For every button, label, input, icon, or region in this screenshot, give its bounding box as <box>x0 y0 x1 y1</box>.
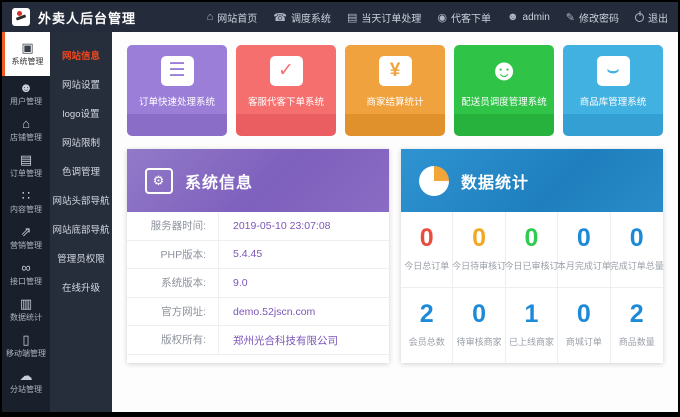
system-info-header: ⚙ 系统信息 <box>127 149 389 212</box>
stat-month-completed-orders: 0 本月完成订单 <box>558 212 610 288</box>
card-product-library[interactable]: ⌣ 商品库管理系统 <box>563 45 663 136</box>
power-icon <box>635 13 644 22</box>
sidebar-item-system[interactable]: ▣ 系统管理 <box>2 32 50 76</box>
app-logo <box>12 8 30 26</box>
users-icon: ☻ <box>19 81 33 94</box>
mobile-icon: ▯ <box>22 333 29 346</box>
nav-proxy-order[interactable]: ◉ 代客下单 <box>437 10 491 25</box>
receipt-check-icon: ✓ <box>270 56 303 86</box>
submenu-site-limits[interactable]: 网站限制 <box>50 127 112 156</box>
card-proxy-order-system[interactable]: ✓ 客服代客下单系统 <box>236 45 336 136</box>
cloud-icon: ☁ <box>20 369 33 382</box>
submenu-logo-settings[interactable]: logo设置 <box>50 98 112 127</box>
card-merchant-settlement[interactable]: ¥ 商家结算统计 <box>345 45 445 136</box>
sidebar-item-shops[interactable]: ⌂ 店铺管理 <box>2 112 50 148</box>
courier-icon: ☻ <box>488 56 520 86</box>
submenu-site-settings[interactable]: 网站设置 <box>50 69 112 98</box>
stat-total-completed-orders: 0 完成订单总量 <box>611 212 663 288</box>
shopping-bag-icon: ⌣ <box>597 56 630 86</box>
sidebar-item-statistics[interactable]: ▥ 数据统计 <box>2 292 50 328</box>
stats-grid: 0 今日总订单 0 今日待审核订 0 今日已审核订 0 本月完成订单 <box>401 212 663 363</box>
stat-today-pending-orders: 0 今日待审核订 <box>453 212 505 288</box>
nav-dispatch-system[interactable]: ☎ 调度系统 <box>273 10 331 25</box>
yuan-money-icon: ¥ <box>379 56 412 86</box>
submenu: 网站信息 网站设置 logo设置 网站限制 色调管理 网站头部导航 网站底部导航… <box>50 32 112 412</box>
system-info-table: 服务器时间: 2019-05-10 23:07:08 PHP版本: 5.4.45… <box>127 212 389 361</box>
app-title: 外卖人后台管理 <box>38 8 136 27</box>
shortcut-cards: ☰ 订单快速处理系统 ✓ 客服代客下单系统 ¥ 商家结算统计 <box>127 45 663 136</box>
data-stats-header: 数据统计 <box>401 149 663 212</box>
shop-icon: ⌂ <box>22 117 30 130</box>
sidebar-item-mobile[interactable]: ▯ 移动端管理 <box>2 328 50 364</box>
order-doc-icon: ▤ <box>20 153 32 166</box>
stat-total-members: 2 会员总数 <box>401 288 453 364</box>
nav-admin-account[interactable]: ☻ admin <box>507 11 550 23</box>
notepad-icon: ☰ <box>161 56 194 86</box>
submenu-color-management[interactable]: 色调管理 <box>50 156 112 185</box>
nav-change-password[interactable]: ✎ 修改密码 <box>566 10 619 25</box>
sidebar-item-marketing[interactable]: ⇗ 营销管理 <box>2 220 50 256</box>
card-courier-dispatch[interactable]: ☻ 配送员调度管理系统 <box>454 45 554 136</box>
topnav: ⌂ 网站首页 ☎ 调度系统 ▤ 当天订单处理 ◉ 代客下单 ☻ admin ✎ … <box>207 10 668 25</box>
system-gear-icon: ⚙ <box>145 168 173 194</box>
sidebar-item-content[interactable]: ∷ 内容管理 <box>2 184 50 220</box>
data-stats-panel: 数据统计 0 今日总订单 0 今日待审核订 0 今日已审核订 <box>401 149 663 363</box>
submenu-footer-nav[interactable]: 网站底部导航 <box>50 214 112 243</box>
submenu-site-info[interactable]: 网站信息 <box>50 40 112 69</box>
edit-password-icon: ✎ <box>566 11 575 24</box>
main-content: ☰ 订单快速处理系统 ✓ 客服代客下单系统 ¥ 商家结算统计 <box>112 32 678 412</box>
sidebar-rail: ▣ 系统管理 ☻ 用户管理 ⌂ 店铺管理 ▤ 订单管理 ∷ 内容管理 ⇗ 营销管… <box>2 32 50 412</box>
info-row-official-site: 官方网址: demo.52jscn.com <box>127 298 389 327</box>
proxy-order-icon: ◉ <box>437 11 447 24</box>
sidebar-item-substation[interactable]: ☁ 分站管理 <box>2 364 50 400</box>
info-row-system-version: 系统版本: 9.0 <box>127 269 389 298</box>
info-row-server-time: 服务器时间: 2019-05-10 23:07:08 <box>127 212 389 241</box>
api-link-icon: ∞ <box>21 261 30 274</box>
home-icon: ⌂ <box>207 11 214 23</box>
pie-chart-icon <box>419 166 449 196</box>
submenu-online-upgrade[interactable]: 在线升级 <box>50 272 112 301</box>
data-stats-title: 数据统计 <box>461 169 529 193</box>
monitor-icon: ▣ <box>21 41 33 54</box>
sidebar-item-orders[interactable]: ▤ 订单管理 <box>2 148 50 184</box>
stat-product-count: 2 商品数量 <box>611 288 663 364</box>
system-info-title: 系统信息 <box>185 169 253 193</box>
info-row-copyright: 版权所有: 郑州光合科技有限公司 <box>127 326 389 355</box>
today-orders-icon: ▤ <box>347 11 357 24</box>
nav-logout[interactable]: 退出 <box>635 10 668 25</box>
info-row-php-version: PHP版本: 5.4.45 <box>127 241 389 270</box>
content-grid-icon: ∷ <box>22 189 30 202</box>
stat-today-approved-orders: 0 今日已审核订 <box>506 212 558 288</box>
user-icon: ☻ <box>507 11 519 23</box>
marketing-chart-icon: ⇗ <box>21 225 32 238</box>
topbar: 外卖人后台管理 ⌂ 网站首页 ☎ 调度系统 ▤ 当天订单处理 ◉ 代客下单 ☻ … <box>2 2 678 32</box>
sidebar-item-users[interactable]: ☻ 用户管理 <box>2 76 50 112</box>
stat-mall-orders: 0 商城订单 <box>558 288 610 364</box>
card-order-quick-processing[interactable]: ☰ 订单快速处理系统 <box>127 45 227 136</box>
phone-icon: ☎ <box>273 11 287 24</box>
submenu-admin-permissions[interactable]: 管理员权限 <box>50 243 112 272</box>
stat-pending-merchants: 0 待审核商家 <box>453 288 505 364</box>
nav-site-home[interactable]: ⌂ 网站首页 <box>207 10 258 25</box>
bar-chart-icon: ▥ <box>20 297 32 310</box>
sidebar-item-api[interactable]: ∞ 接口管理 <box>2 256 50 292</box>
nav-today-orders[interactable]: ▤ 当天订单处理 <box>347 10 421 25</box>
stat-today-total-orders: 0 今日总订单 <box>401 212 453 288</box>
submenu-header-nav[interactable]: 网站头部导航 <box>50 185 112 214</box>
system-info-panel: ⚙ 系统信息 服务器时间: 2019-05-10 23:07:08 PHP版本:… <box>127 149 389 363</box>
stat-online-merchants: 1 已上线商家 <box>506 288 558 364</box>
